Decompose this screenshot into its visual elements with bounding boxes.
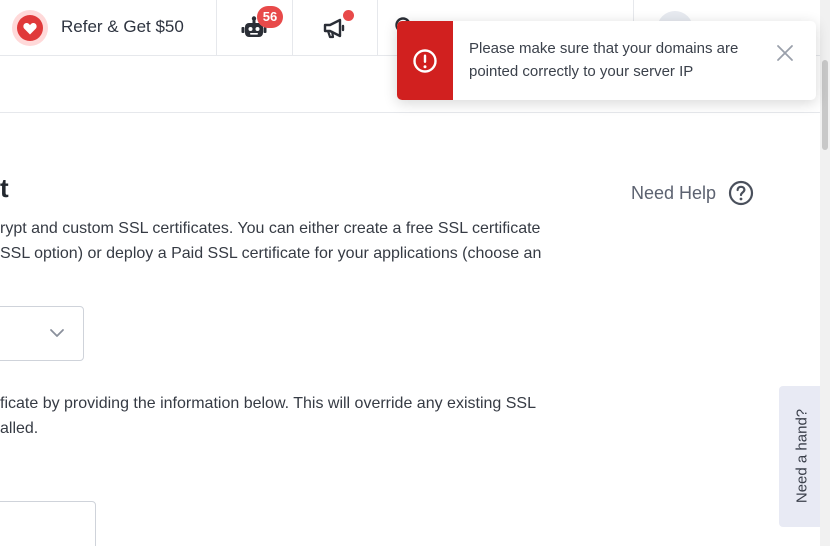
toast-message: Please make sure that your domains are p… (469, 40, 739, 80)
certificate-type-select[interactable] (0, 306, 84, 361)
megaphone-icon (323, 18, 345, 39)
bot-notifications-button[interactable]: 56 (217, 0, 293, 56)
page-title: t (0, 173, 9, 203)
refer-label: Refer & Get $50 (61, 17, 184, 36)
need-a-hand-label: Need a hand? (793, 408, 811, 504)
ssl-description-line-2: SSL option) or deploy a Paid SSL certifi… (0, 245, 542, 262)
unread-dot (343, 10, 354, 21)
ssl-description-line-1: rypt and custom SSL certificates. You ca… (0, 220, 541, 237)
help-circle-icon (728, 180, 754, 206)
toast-accent-strip (397, 21, 453, 100)
warning-toast: Please make sure that your domains are p… (397, 21, 816, 100)
need-help-label: Need Help (631, 182, 717, 203)
ssl-description: rypt and custom SSL certificates. You ca… (0, 216, 541, 266)
custom-certificate-description-line-2: alled. (0, 420, 39, 437)
custom-certificate-description: ficate by providing the information belo… (0, 391, 536, 441)
announcements-button[interactable] (293, 0, 378, 56)
alert-circle-icon (413, 48, 437, 73)
heart-icon (12, 10, 48, 46)
need-help-link[interactable]: Need Help (631, 180, 754, 206)
refer-button[interactable]: Refer & Get $50 (0, 0, 217, 56)
need-a-hand-tab[interactable]: Need a hand? (779, 386, 825, 527)
chevron-down-icon (50, 329, 64, 337)
notification-count-badge: 56 (257, 6, 283, 28)
certificate-input-field[interactable] (0, 501, 96, 546)
scrollbar-thumb[interactable] (822, 60, 828, 150)
close-icon[interactable] (775, 43, 795, 63)
custom-certificate-description-line-1: ficate by providing the information belo… (0, 395, 536, 412)
